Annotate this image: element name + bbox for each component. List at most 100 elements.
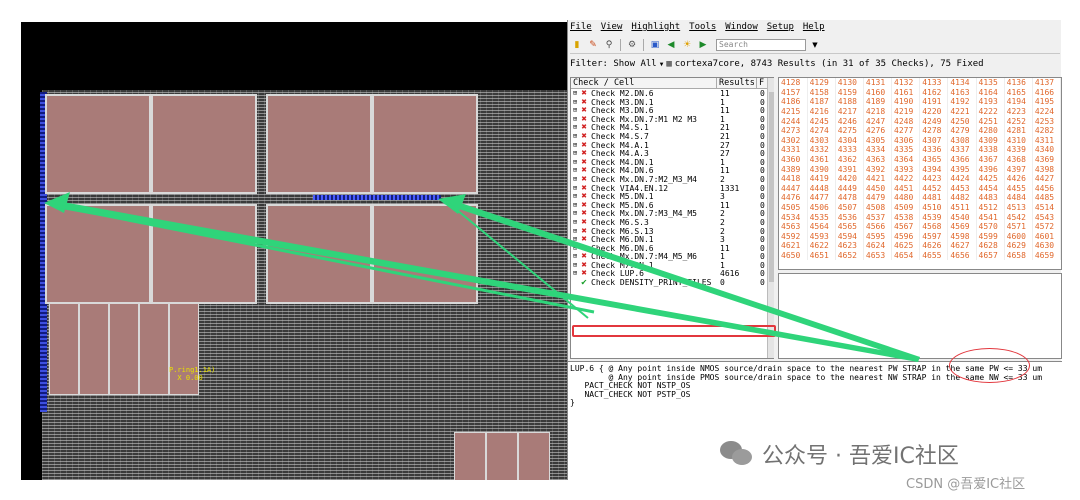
result-id-cell[interactable]: 4514 <box>1032 202 1061 213</box>
result-id-cell[interactable]: 4195 <box>1032 97 1061 107</box>
result-id-cell[interactable]: 4567 <box>891 221 921 232</box>
result-id-cell[interactable]: 4572 <box>1032 221 1061 232</box>
result-id-cell[interactable]: 4133 <box>919 78 949 88</box>
result-id-cell[interactable]: 4656 <box>947 250 977 261</box>
result-id-cell[interactable]: 4507 <box>835 202 864 213</box>
result-id-cell[interactable]: 4282 <box>1032 125 1061 136</box>
result-id-cell[interactable]: 4565 <box>835 221 864 232</box>
result-id-cell[interactable]: 4537 <box>863 212 893 222</box>
result-id-cell[interactable]: 4336 <box>919 145 949 155</box>
result-id-cell[interactable]: 4477 <box>807 193 836 203</box>
result-id-cell[interactable]: 4651 <box>807 250 836 261</box>
result-id-cell[interactable]: 4273 <box>779 125 808 136</box>
result-id-cell[interactable]: 4476 <box>779 193 808 203</box>
result-id-cell[interactable]: 4134 <box>947 78 977 88</box>
column-header-check[interactable]: Check / Cell <box>571 78 717 88</box>
result-id-cell[interactable]: 4509 <box>891 202 921 213</box>
result-id-cell[interactable]: 4306 <box>891 135 921 146</box>
result-id-cell[interactable]: 4362 <box>835 154 864 165</box>
expand-icon[interactable]: ⊞ <box>571 89 579 98</box>
result-id-cell[interactable]: 4191 <box>919 97 949 107</box>
result-id-cell[interactable]: 4333 <box>835 145 864 155</box>
result-id-cell[interactable]: 4303 <box>807 135 836 146</box>
result-id-cell[interactable]: 4360 <box>779 154 808 165</box>
expand-icon[interactable]: ⊞ <box>571 227 579 236</box>
result-id-cell[interactable]: 4513 <box>1004 202 1033 213</box>
result-id-cell[interactable]: 4275 <box>835 125 864 136</box>
result-id-cell[interactable]: 4425 <box>976 173 1005 184</box>
result-id-cell[interactable]: 4278 <box>919 125 949 136</box>
result-id-cell[interactable]: 4479 <box>863 193 893 203</box>
result-id-cell[interactable]: 4137 <box>1032 78 1061 88</box>
search-input[interactable]: Search <box>716 39 806 51</box>
result-id-cell[interactable]: 4274 <box>807 125 836 136</box>
result-id-cell[interactable]: 4564 <box>807 221 836 232</box>
layout-viewer[interactable]: P.ring1.1A) X 0.00 <box>21 22 570 480</box>
result-id-cell[interactable]: 4566 <box>863 221 893 232</box>
check-row[interactable]: ⊞ ✖ Check M5.DN.1 3 0 <box>571 192 773 201</box>
magnifier-icon[interactable]: ⚲ <box>602 39 616 52</box>
expand-icon[interactable]: ⊞ <box>571 98 579 107</box>
result-id-cell[interactable]: 4302 <box>779 135 808 146</box>
result-id-cell[interactable]: 4426 <box>1004 173 1033 184</box>
result-id-cell[interactable]: 4186 <box>779 97 808 107</box>
arrow-right-icon[interactable]: ▶ <box>696 39 710 52</box>
check-row[interactable]: ⊞ ✖ Check M5.DN.6 11 0 <box>571 201 773 210</box>
result-id-cell[interactable]: 4422 <box>891 173 921 184</box>
result-id-cell[interactable]: 4419 <box>807 173 836 184</box>
result-id-cell[interactable]: 4628 <box>976 241 1005 251</box>
result-id-cell[interactable]: 4246 <box>835 116 864 126</box>
expand-icon[interactable]: ⊞ <box>571 192 579 201</box>
result-id-cell[interactable]: 4626 <box>919 241 949 251</box>
chevron-down-icon[interactable]: ▼ <box>808 39 822 52</box>
result-id-cell[interactable]: 4305 <box>863 135 893 146</box>
expand-icon[interactable]: ⊞ <box>571 123 579 132</box>
result-id-cell[interactable]: 4165 <box>1004 87 1033 98</box>
result-id-cell[interactable]: 4397 <box>1004 164 1033 174</box>
result-id-cell[interactable]: 4192 <box>947 97 977 107</box>
check-row[interactable]: ⊞ ✖ Check M6.DN.1 3 0 <box>571 235 773 244</box>
expand-icon[interactable]: ⊞ <box>571 218 579 227</box>
result-id-cell[interactable]: 4423 <box>919 173 949 184</box>
check-row[interactable]: ⊞ ✖ Check M3.DN.6 11 0 <box>571 106 773 115</box>
result-id-cell[interactable]: 4128 <box>779 78 808 88</box>
result-id-cell[interactable]: 4506 <box>807 202 836 213</box>
check-row[interactable]: ⊞ ✖ Check M2.DN.6 11 0 <box>571 89 773 98</box>
open-folder-icon[interactable]: ▮ <box>570 39 584 52</box>
expand-icon[interactable]: ⊞ <box>571 209 579 218</box>
result-id-cell[interactable]: 4392 <box>863 164 893 174</box>
result-id-cell[interactable]: 4389 <box>779 164 808 174</box>
result-id-cell[interactable]: 4217 <box>835 106 864 117</box>
menu-tools[interactable]: Tools <box>689 22 716 36</box>
menu-setup[interactable]: Setup <box>767 22 794 36</box>
result-id-cell[interactable]: 4427 <box>1032 173 1061 184</box>
result-id-cell[interactable]: 4365 <box>919 154 949 165</box>
result-id-cell[interactable]: 4369 <box>1032 154 1061 165</box>
result-id-cell[interactable]: 4135 <box>976 78 1005 88</box>
menu-file[interactable]: File <box>570 22 592 36</box>
check-row[interactable]: ⊞ ✖ Check Mx.DN.7:M4_M5_M6 1 0 <box>571 252 773 261</box>
result-id-cell[interactable]: 4449 <box>835 183 864 194</box>
result-id-cell[interactable]: 4601 <box>1032 231 1061 242</box>
expand-icon[interactable]: ⊞ <box>571 106 579 115</box>
result-id-cell[interactable]: 4512 <box>976 202 1005 213</box>
check-row[interactable]: ⊞ ✖ Check M4.DN.1 1 0 <box>571 158 773 167</box>
result-id-cell[interactable]: 4424 <box>947 173 977 184</box>
result-id-cell[interactable]: 4622 <box>807 241 836 251</box>
result-id-cell[interactable]: 4484 <box>1004 193 1033 203</box>
check-row[interactable]: ⊞ ✖ Check M7.DN.1 1 0 <box>571 261 773 270</box>
result-id-cell[interactable]: 4451 <box>891 183 921 194</box>
gear-icon[interactable]: ⚙ <box>625 39 639 52</box>
result-id-cell[interactable]: 4658 <box>1004 250 1033 261</box>
result-id-cell[interactable]: 4454 <box>976 183 1005 194</box>
result-id-cell[interactable]: 4599 <box>976 231 1005 242</box>
zoom-icon[interactable]: ▣ <box>648 39 662 52</box>
result-id-cell[interactable]: 4188 <box>835 97 864 107</box>
result-id-cell[interactable]: 4600 <box>1004 231 1033 242</box>
expand-icon[interactable]: ⊞ <box>571 269 579 278</box>
result-id-cell[interactable]: 4621 <box>779 241 808 251</box>
result-id-cell[interactable]: 4569 <box>947 221 977 232</box>
result-id-cell[interactable]: 4164 <box>976 87 1005 98</box>
expand-icon[interactable]: ⊞ <box>571 132 579 141</box>
result-id-cell[interactable]: 4244 <box>779 116 808 126</box>
